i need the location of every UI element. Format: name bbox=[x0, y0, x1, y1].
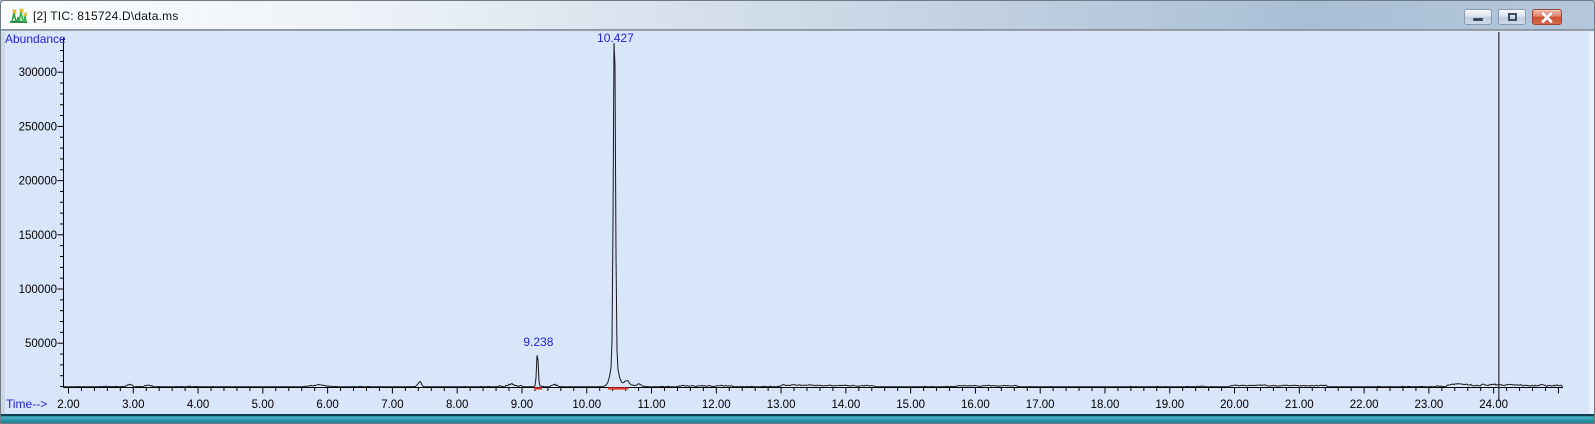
svg-text:10.00: 10.00 bbox=[572, 399, 601, 411]
svg-text:200000: 200000 bbox=[19, 176, 57, 188]
svg-text:12.00: 12.00 bbox=[702, 399, 731, 411]
svg-text:24.00: 24.00 bbox=[1479, 399, 1508, 411]
chemstation-chromatogram-window: [2] TIC: 815724.D\data.ms 50000 100000 150… bbox=[0, 0, 1595, 424]
svg-text:11.00: 11.00 bbox=[638, 399, 666, 411]
svg-text:20.00: 20.00 bbox=[1220, 399, 1249, 411]
axes bbox=[63, 38, 1563, 388]
x-axis-label: Time--> bbox=[6, 397, 47, 411]
svg-text:5.00: 5.00 bbox=[252, 399, 274, 411]
svg-text:50000: 50000 bbox=[25, 338, 57, 350]
svg-text:15.00: 15.00 bbox=[896, 399, 925, 411]
svg-text:9.00: 9.00 bbox=[511, 399, 533, 411]
window-bottom-frame bbox=[1, 414, 1594, 423]
svg-text:21.00: 21.00 bbox=[1285, 399, 1314, 411]
svg-text:150000: 150000 bbox=[19, 230, 57, 242]
svg-text:3.00: 3.00 bbox=[122, 399, 144, 411]
chromatogram-plot-area[interactable]: 50000 100000 150000 200000 250000 300000 2.00 3… bbox=[1, 31, 1594, 414]
svg-text:19.00: 19.00 bbox=[1155, 399, 1184, 411]
svg-text:18.00: 18.00 bbox=[1091, 399, 1120, 411]
peak-label: 10.427 bbox=[597, 31, 634, 45]
y-axis-ticks: 50000 100000 150000 200000 250000 300000 bbox=[19, 39, 64, 388]
tic-trace bbox=[64, 42, 1564, 388]
y-axis-label: Abundance bbox=[5, 32, 66, 46]
svg-text:22.00: 22.00 bbox=[1350, 399, 1379, 411]
svg-text:16.00: 16.00 bbox=[961, 399, 990, 411]
svg-text:6.00: 6.00 bbox=[316, 399, 338, 411]
svg-text:13.00: 13.00 bbox=[767, 399, 796, 411]
tic-chromatogram-chart[interactable]: 50000 100000 150000 200000 250000 300000 2.00 3… bbox=[1, 1, 1595, 424]
svg-text:23.00: 23.00 bbox=[1414, 399, 1443, 411]
svg-text:8.00: 8.00 bbox=[446, 399, 468, 411]
svg-text:250000: 250000 bbox=[19, 121, 57, 133]
svg-text:17.00: 17.00 bbox=[1026, 399, 1055, 411]
svg-text:4.00: 4.00 bbox=[187, 399, 209, 411]
svg-text:100000: 100000 bbox=[19, 284, 57, 296]
svg-text:300000: 300000 bbox=[19, 67, 57, 79]
x-axis-ticks: 2.00 3.00 4.00 5.00 6.00 7.00 8.00 9.00 10.00 11.… bbox=[57, 387, 1559, 411]
peak-label: 9.238 bbox=[523, 335, 553, 349]
svg-text:14.00: 14.00 bbox=[831, 399, 860, 411]
svg-text:7.00: 7.00 bbox=[381, 399, 403, 411]
svg-text:2.00: 2.00 bbox=[57, 399, 79, 411]
